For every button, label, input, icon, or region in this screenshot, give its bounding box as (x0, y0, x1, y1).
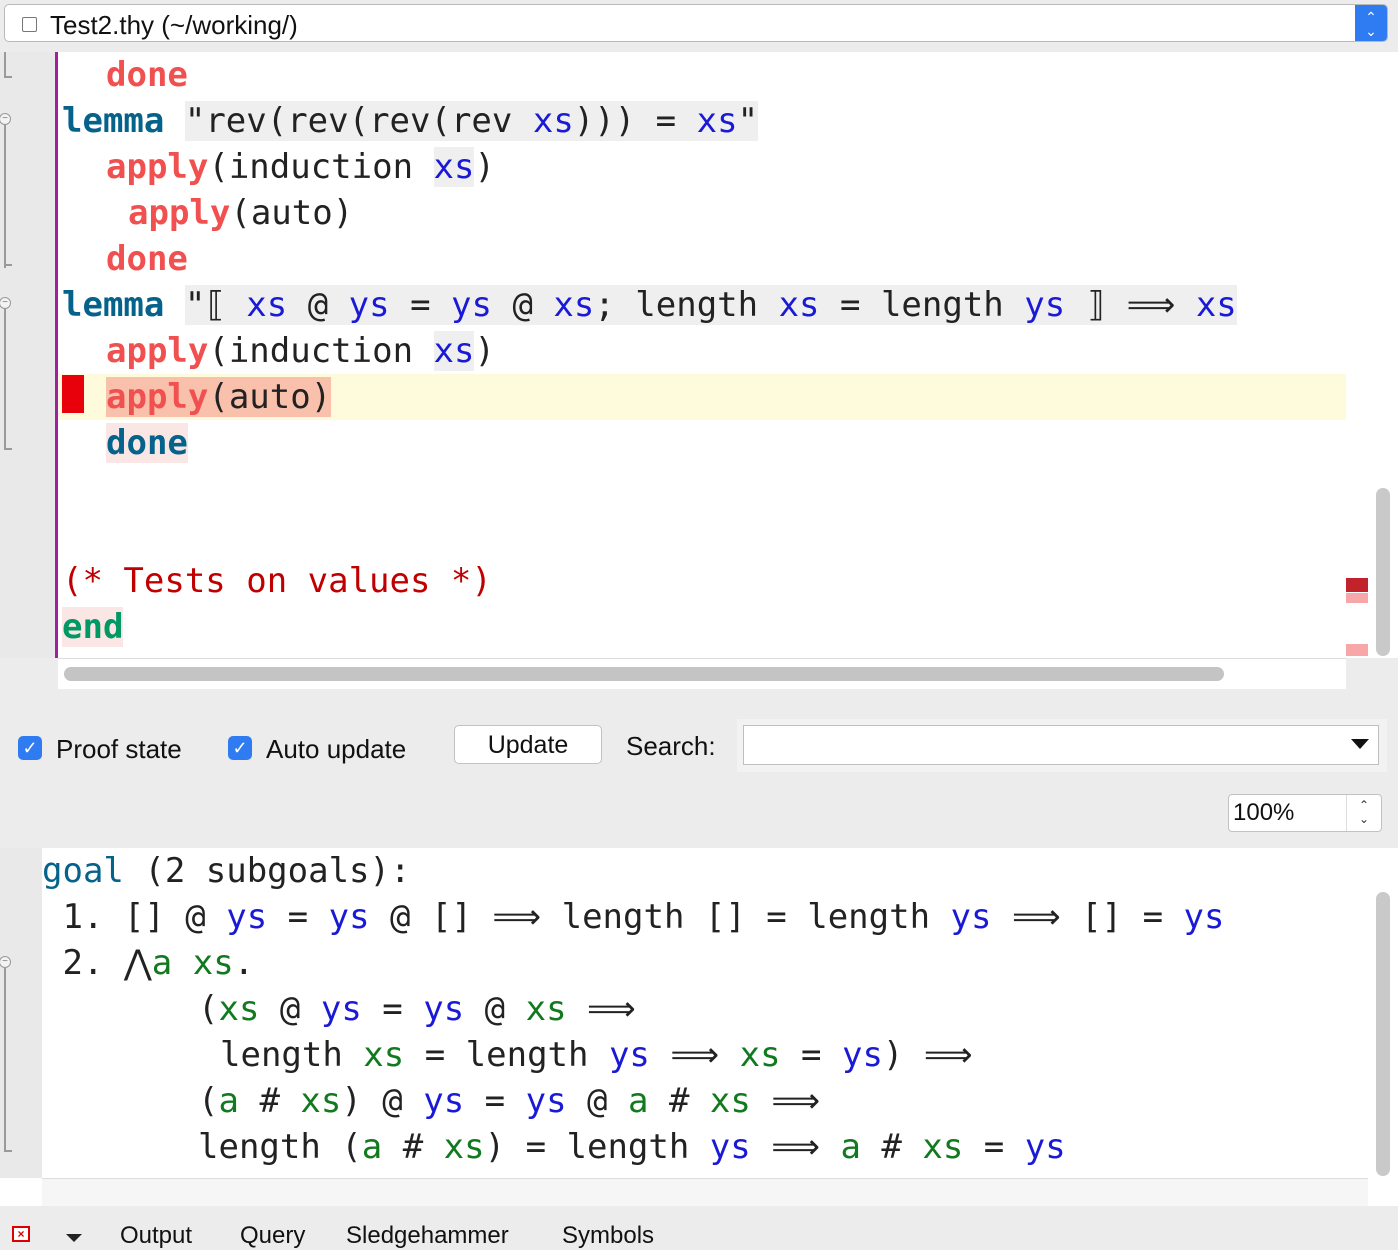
editor-overview-ruler[interactable] (1346, 52, 1398, 658)
auto-update-label: Auto update (266, 734, 407, 764)
zoom-spinner[interactable]: 100% ⌃ ⌄ (1228, 794, 1382, 832)
dock-menu-icon[interactable] (66, 1234, 82, 1242)
editor-horizontal-scrollbar[interactable] (58, 658, 1346, 689)
code-line-done-2[interactable]: done (106, 236, 188, 282)
fold-toggle-icon[interactable]: − (0, 956, 11, 968)
code-line-apply-induction-1[interactable]: apply(induction xs) (106, 144, 495, 190)
warning-overview-mark[interactable] (1346, 593, 1368, 603)
search-label: Search: (626, 731, 716, 761)
subgoal-2-line: length (a # xs) = length ys ⟹ a # xs = y… (198, 1127, 1066, 1167)
code-line-lemma-rev[interactable]: lemma "rev(rev(rev(rev xs))) = xs" (62, 98, 759, 144)
zoom-stepper-icon[interactable]: ⌃ ⌄ (1346, 795, 1381, 831)
dropdown-arrow-icon[interactable] (1351, 739, 1369, 749)
error-overview-mark[interactable] (1346, 578, 1368, 592)
subgoal-1: 1. [] @ ys = ys @ [] ⟹ length [] = lengt… (42, 897, 1225, 937)
tab-query[interactable]: Query (240, 1222, 305, 1250)
dock-tabs: × Output Query Sledgehammer Symbols (0, 1206, 1398, 1249)
code-line-apply-auto-error[interactable]: apply(auto) (106, 374, 332, 420)
subgoal-2: 2. ⋀a xs. (42, 943, 255, 983)
scrollbar-thumb[interactable] (1376, 892, 1390, 1176)
proof-state-checkbox[interactable]: ✓ (18, 736, 42, 760)
output-gutter: − (0, 848, 42, 1178)
code-line-done-1[interactable]: done (106, 52, 188, 98)
close-icon[interactable]: × (12, 1226, 30, 1242)
output-horizontal-scrollbar[interactable] (42, 1178, 1368, 1207)
tab-output[interactable]: Output (120, 1222, 192, 1250)
modification-bar (55, 52, 58, 658)
fold-toggle-icon[interactable]: − (0, 113, 11, 125)
search-combo[interactable] (737, 719, 1387, 772)
subgoal-2-line: length xs = length ys ⟹ xs = ys) ⟹ (220, 1035, 973, 1075)
code-line-lemma-length[interactable]: lemma "⟦ xs @ ys = ys @ xs; length xs = … (62, 282, 1237, 328)
scrollbar-thumb[interactable] (64, 667, 1224, 681)
subgoal-2-line: (a # xs) @ ys = ys @ a # xs ⟹ (198, 1081, 821, 1121)
code-line-apply-induction-2[interactable]: apply(induction xs) (106, 328, 495, 374)
goal-header: goal (2 subgoals): (42, 851, 411, 891)
file-selector-spinner-icon[interactable]: ⌃ ⌄ (1355, 5, 1387, 41)
file-title: Test2.thy (~/working/) (50, 10, 298, 40)
auto-update-checkbox[interactable]: ✓ (228, 736, 252, 760)
code-line-apply-auto-1[interactable]: apply(auto) (128, 190, 353, 236)
code-line-done-3[interactable]: done (106, 420, 188, 466)
warning-overview-mark[interactable] (1346, 644, 1368, 656)
theory-editor[interactable]: − − done lemma "rev(rev(rev(rev xs))) = … (0, 52, 1398, 658)
file-selector[interactable]: Test2.thy (~/working/) ⌃ ⌄ (4, 4, 1388, 42)
file-modified-checkbox (22, 17, 37, 32)
code-line-comment[interactable]: (* Tests on values *) (62, 558, 492, 604)
update-button[interactable]: Update (454, 725, 602, 764)
editor-vertical-scrollbar[interactable] (1376, 488, 1390, 656)
output-vertical-scrollbar[interactable] (1368, 848, 1398, 1206)
proof-state-output[interactable]: − goal (2 subgoals): 1. [] @ ys = ys @ [… (0, 848, 1398, 1207)
fold-toggle-icon[interactable]: − (0, 297, 11, 309)
editor-gutter: − − (0, 52, 55, 658)
code-line-end[interactable]: end (62, 604, 124, 650)
error-marker (62, 375, 84, 413)
tab-symbols[interactable]: Symbols (562, 1222, 654, 1250)
proof-state-label: Proof state (56, 734, 182, 764)
subgoal-2-line: (xs @ ys = ys @ xs ⟹ (198, 989, 636, 1029)
tab-sledgehammer[interactable]: Sledgehammer (346, 1222, 509, 1250)
zoom-value[interactable]: 100% (1233, 799, 1294, 827)
search-input[interactable] (743, 725, 1379, 765)
